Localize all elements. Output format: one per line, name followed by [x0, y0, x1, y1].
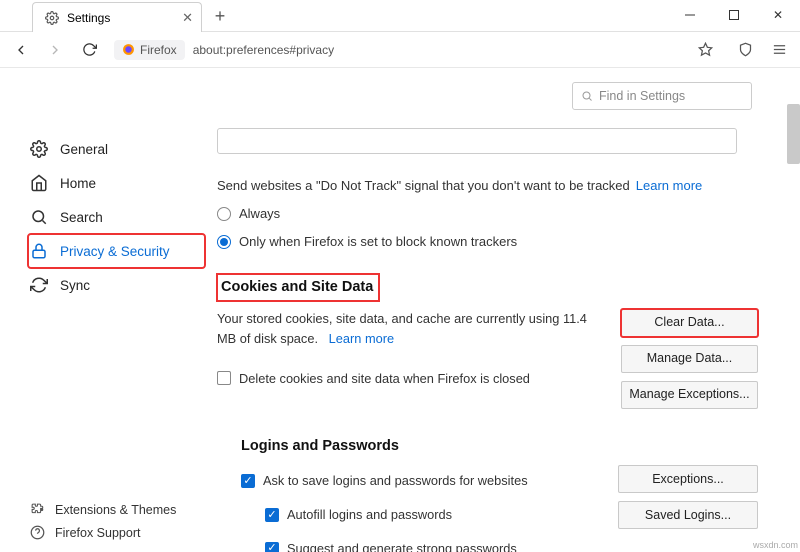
search-placeholder: Find in Settings: [599, 89, 685, 103]
sync-icon: [30, 276, 48, 294]
settings-search-input[interactable]: Find in Settings: [572, 82, 752, 110]
home-icon: [30, 174, 48, 192]
suggest-passwords-checkbox[interactable]: Suggest and generate strong passwords: [217, 539, 528, 552]
logins-heading: Logins and Passwords: [217, 435, 758, 457]
close-window-button[interactable]: ✕: [756, 0, 800, 30]
sidebar-item-sync[interactable]: Sync: [28, 268, 205, 302]
clear-data-button[interactable]: Clear Data...: [621, 309, 758, 337]
close-tab-icon[interactable]: ✕: [182, 10, 193, 26]
delete-on-close-label: Delete cookies and site data when Firefo…: [239, 369, 530, 389]
checkbox-label: Ask to save logins and passwords for web…: [263, 471, 528, 491]
shield-icon[interactable]: [730, 35, 760, 65]
ask-save-logins-checkbox[interactable]: Ask to save logins and passwords for web…: [217, 471, 528, 491]
help-icon: [30, 525, 45, 540]
extensions-link[interactable]: Extensions & Themes: [30, 502, 176, 517]
support-link[interactable]: Firefox Support: [30, 525, 176, 540]
search-icon: [30, 208, 48, 226]
minimize-button[interactable]: [668, 0, 712, 30]
app-menu-button[interactable]: [764, 35, 794, 65]
window-controls: ✕: [668, 0, 800, 30]
tab-title: Settings: [67, 11, 110, 25]
cookies-learn-more-link[interactable]: Learn more: [329, 331, 394, 346]
sidebar-item-label: Sync: [60, 278, 90, 293]
browser-tab[interactable]: Settings ✕: [32, 2, 202, 32]
scrollbar-thumb[interactable]: [787, 104, 800, 164]
dnt-learn-more-link[interactable]: Learn more: [636, 176, 702, 196]
radio-icon: [217, 235, 231, 249]
watermark: wsxdn.com: [753, 540, 798, 550]
forward-button[interactable]: [40, 35, 70, 65]
firefox-pill: Firefox: [114, 40, 185, 60]
gear-icon: [45, 11, 59, 25]
puzzle-icon: [30, 502, 45, 517]
dnt-radio-block[interactable]: Only when Firefox is set to block known …: [217, 232, 758, 252]
lock-icon: [30, 242, 48, 260]
bookmark-star-icon[interactable]: [690, 35, 720, 65]
navigation-toolbar: Firefox about:preferences#privacy: [0, 32, 800, 68]
extensions-label: Extensions & Themes: [55, 503, 176, 517]
sidebar-item-label: Home: [60, 176, 96, 191]
sidebar-item-search[interactable]: Search: [28, 200, 205, 234]
manage-exceptions-button[interactable]: Manage Exceptions...: [621, 381, 758, 409]
checkbox-icon: [265, 542, 279, 552]
radio-label: Always: [239, 204, 280, 224]
checkbox-label: Autofill logins and passwords: [287, 505, 452, 525]
radio-label: Only when Firefox is set to block known …: [239, 232, 517, 252]
sidebar-item-label: Search: [60, 210, 103, 225]
checkbox-label: Suggest and generate strong passwords: [287, 539, 517, 552]
sidebar-item-home[interactable]: Home: [28, 166, 205, 200]
checkbox-icon: [265, 508, 279, 522]
checkbox-icon[interactable]: [217, 371, 231, 385]
sidebar-item-general[interactable]: General: [28, 132, 205, 166]
sidebar-item-label: General: [60, 142, 108, 157]
logins-exceptions-button[interactable]: Exceptions...: [618, 465, 758, 493]
sidebar-item-label: Privacy & Security: [60, 244, 170, 259]
settings-main: Find in Settings Send websites a "Do Not…: [205, 70, 800, 552]
gear-icon: [30, 140, 48, 158]
saved-logins-button[interactable]: Saved Logins...: [618, 501, 758, 529]
new-tab-button[interactable]: +: [206, 2, 234, 30]
address-bar[interactable]: Firefox about:preferences#privacy: [114, 35, 720, 65]
previous-section-box: [217, 128, 737, 154]
url-prefix: Firefox: [140, 43, 177, 57]
checkbox-icon: [241, 474, 255, 488]
dnt-text: Send websites a "Do Not Track" signal th…: [217, 176, 630, 196]
cookies-heading: Cookies and Site Data: [221, 279, 373, 295]
autofill-logins-checkbox[interactable]: Autofill logins and passwords: [217, 505, 528, 525]
settings-sidebar: General Home Search Privacy & Security S…: [0, 70, 205, 552]
manage-data-button[interactable]: Manage Data...: [621, 345, 758, 373]
reload-button[interactable]: [74, 35, 104, 65]
maximize-button[interactable]: [712, 0, 756, 30]
url-text: about:preferences#privacy: [185, 43, 334, 57]
sidebar-item-privacy[interactable]: Privacy & Security: [28, 234, 205, 268]
back-button[interactable]: [6, 35, 36, 65]
dnt-radio-always[interactable]: Always: [217, 204, 758, 224]
cookies-usage-text: Your stored cookies, site data, and cach…: [217, 311, 587, 346]
radio-icon: [217, 207, 231, 221]
titlebar: Settings ✕ + ✕: [0, 0, 800, 32]
support-label: Firefox Support: [55, 526, 140, 540]
